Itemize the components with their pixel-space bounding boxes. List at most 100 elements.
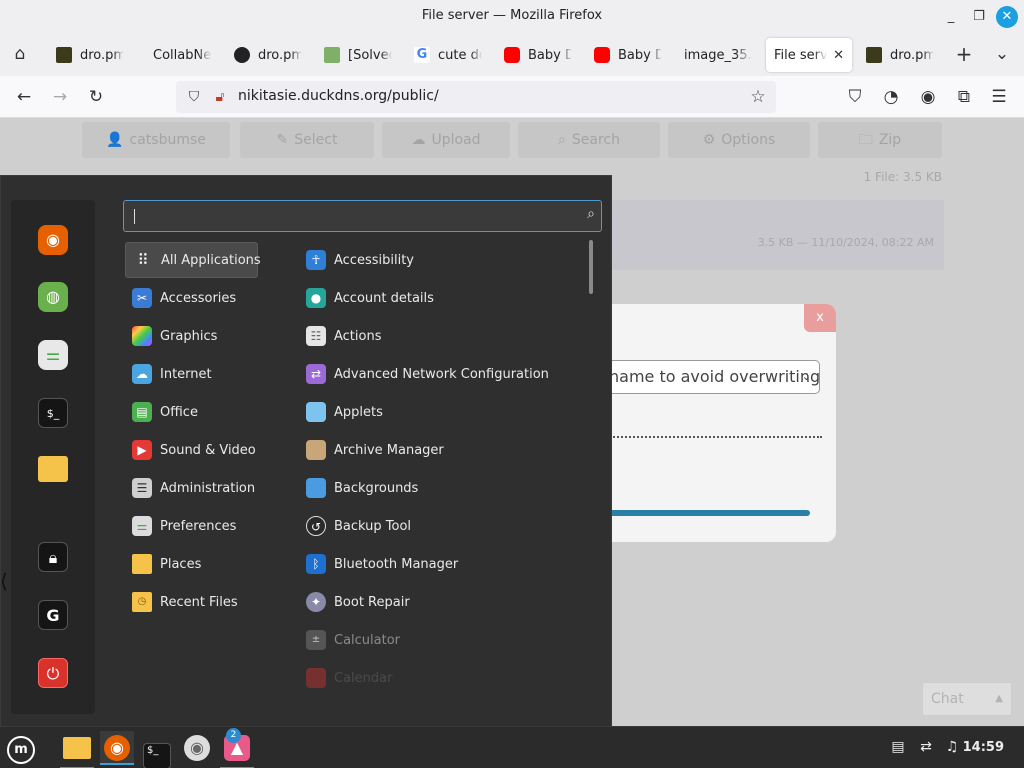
app-advanced-network-configuration[interactable]: ⇄ Advanced Network Configuration <box>301 356 581 392</box>
tab-dro-pm-2[interactable]: dro.pm/ <box>858 38 942 72</box>
forward-button[interactable]: → <box>47 84 73 110</box>
maximize-button[interactable]: ❐ <box>968 6 990 28</box>
sound-tray-icon[interactable]: ♫ <box>942 737 962 757</box>
app-archive-manager[interactable]: Archive Manager <box>301 432 581 468</box>
firefox-view-icon[interactable]: ⌂ <box>6 40 34 68</box>
lock-icon: 🔒︎ <box>48 548 58 567</box>
tab-solved[interactable]: [Solved] <box>316 38 400 72</box>
category-places[interactable]: Places <box>125 546 258 582</box>
taskbar-files[interactable] <box>60 731 94 768</box>
list-all-tabs-button[interactable]: ⌄ <box>988 40 1016 68</box>
select-button[interactable]: ✎ Select <box>240 122 374 158</box>
category-all-applications[interactable]: ⠿ All Applications <box>125 242 261 278</box>
search-button[interactable]: ⌕ Search <box>518 122 660 158</box>
user-button[interactable]: 👤 catsbumse <box>82 122 230 158</box>
globe-icon: ◍ <box>46 287 60 306</box>
menu-search-box[interactable]: ⌕ <box>123 200 602 232</box>
account-icon[interactable]: ◉ <box>915 84 941 110</box>
category-administration[interactable]: ☰ Administration <box>125 470 258 506</box>
close-tab-icon[interactable]: ✕ <box>833 48 844 63</box>
tab-baby-d-2[interactable]: Baby Do <box>586 38 670 72</box>
app-applets[interactable]: Applets <box>301 394 581 430</box>
extensions-icon[interactable]: ⧉ <box>951 84 977 110</box>
progress-divider <box>610 436 822 438</box>
minimize-button[interactable]: _ <box>940 6 962 28</box>
file-count: 1 File: 3.5 KB <box>863 170 942 184</box>
linux-mint-logo-icon: m <box>7 736 35 764</box>
web-browser-favorite-button[interactable]: ◍ <box>38 282 68 312</box>
logout-button[interactable]: G <box>38 600 68 630</box>
new-tab-button[interactable]: + <box>950 40 978 68</box>
edit-icon: ✎ <box>276 132 289 148</box>
category-internet[interactable]: ☁ Internet <box>125 356 258 392</box>
zip-button[interactable]: 🗀 Zip <box>818 122 942 158</box>
taskbar-terminal[interactable]: $_ <box>140 731 174 768</box>
cloud-icon: ☁ <box>132 364 152 384</box>
mint-menu-button[interactable]: m <box>4 731 38 765</box>
apps-scrollbar[interactable] <box>589 240 593 294</box>
taskbar-panel: m ◉ $_ ◉ ▲ 2 ▤ ⇄ ♫ 14:59 <box>0 726 1024 768</box>
bookmark-star-icon[interactable]: ☆ <box>746 85 770 109</box>
search-icon: ⌕ <box>558 132 566 148</box>
menu-search-input[interactable] <box>130 204 570 228</box>
reload-button[interactable]: ↻ <box>83 84 109 110</box>
category-office[interactable]: ▤ Office <box>125 394 258 430</box>
tab-strip: ⌂ dro.pm/ CollabNet dro.pm/ [Solved] Gcu… <box>0 34 1024 76</box>
firefox-icon: ◉ <box>46 230 60 249</box>
notes-tray-icon[interactable]: ▤ <box>888 737 908 757</box>
tab-cute-do[interactable]: Gcute do <box>406 38 490 72</box>
app-boot-repair[interactable]: ✦ Boot Repair <box>301 584 581 620</box>
toggle-settings-icon: ⚌ <box>45 345 61 364</box>
tab-dro-pm-github[interactable]: dro.pm/ <box>226 38 310 72</box>
taskbar-image-viewer[interactable]: ▲ 2 <box>220 728 254 768</box>
app-backup-tool[interactable]: ↺ Backup Tool <box>301 508 581 544</box>
firefox-favorite-button[interactable]: ◉ <box>38 225 68 255</box>
app-backgrounds[interactable]: Backgrounds <box>301 470 581 506</box>
insecure-lock-icon[interactable]: 🔓︎ <box>208 85 232 109</box>
sync-icon[interactable]: ◔ <box>878 84 904 110</box>
shutdown-button[interactable]: ⏻ <box>38 658 68 688</box>
window-title: File server — Mozilla Firefox <box>421 8 603 23</box>
category-graphics[interactable]: Graphics <box>125 318 258 354</box>
upload-button[interactable]: ☁ Upload <box>382 122 510 158</box>
tab-file-server[interactable]: File serv ✕ <box>766 38 852 72</box>
url-bar[interactable]: ⛉ 🔓︎ nikitasie.duckdns.org/public/ ☆ <box>176 81 776 113</box>
back-button[interactable]: ← <box>11 84 37 110</box>
app-account-details[interactable]: ● Account details <box>301 280 581 316</box>
tab-baby-d-1[interactable]: Baby D <box>496 38 580 72</box>
tracking-protection-shield-icon[interactable]: ⛉ <box>182 85 206 109</box>
window-count-badge: 2 <box>226 728 241 743</box>
tab-dro-pm-1[interactable]: dro.pm/ <box>48 38 132 72</box>
app-accessibility[interactable]: ☥ Accessibility <box>301 242 581 278</box>
category-accessories[interactable]: ✂ Accessories <box>125 280 258 316</box>
app-calculator[interactable]: ± Calculator <box>301 622 581 658</box>
dialog-close-button[interactable]: x <box>804 304 836 332</box>
taskbar-disc[interactable]: ◉ <box>180 731 214 765</box>
tab-collabnet[interactable]: CollabNet <box>134 38 220 72</box>
chat-button[interactable]: Chat ▲ <box>922 682 1012 716</box>
terminal-favorite-button[interactable]: $_ <box>38 398 68 428</box>
application-menu: ◉ ◍ ⚌ $_ 🔒︎ G ⏻ ⌕ ⠿ All Applications ✂ Acc… <box>0 175 612 727</box>
network-disconnected-tray-icon[interactable]: ⇄ <box>916 737 936 757</box>
app-bluetooth-manager[interactable]: ᛒ Bluetooth Manager <box>301 546 581 582</box>
app-calendar[interactable]: Calendar <box>301 660 581 696</box>
pocket-icon[interactable]: ⛉ <box>842 84 868 110</box>
category-recent-files[interactable]: ◷ Recent Files <box>125 584 258 620</box>
options-button[interactable]: ⚙ Options <box>668 122 810 158</box>
close-window-button[interactable]: ✕ <box>996 6 1018 28</box>
window-titlebar: File server — Mozilla Firefox _ ❐ ✕ <box>0 0 1024 34</box>
taskbar-firefox[interactable]: ◉ <box>100 731 134 765</box>
files-favorite-button[interactable] <box>38 456 68 482</box>
lock-screen-button[interactable]: 🔒︎ <box>38 542 68 572</box>
tab-image-35[interactable]: image_35.p <box>676 38 760 72</box>
app-menu-icon[interactable]: ☰ <box>986 84 1012 110</box>
file-row[interactable]: 3.5 KB — 11/10/2024, 08:22 AM <box>612 200 944 270</box>
url-text[interactable]: nikitasie.duckdns.org/public/ <box>238 88 439 104</box>
clock[interactable]: 14:59 <box>963 740 1004 755</box>
app-actions[interactable]: ☷ Actions <box>301 318 581 354</box>
category-sound-video[interactable]: ▶ Sound & Video <box>125 432 258 468</box>
settings-favorite-button[interactable]: ⚌ <box>38 340 68 370</box>
category-preferences[interactable]: ⚌ Preferences <box>125 508 258 544</box>
search-icon[interactable]: ⌕ <box>587 206 595 222</box>
scissors-icon: ✂ <box>132 288 152 308</box>
